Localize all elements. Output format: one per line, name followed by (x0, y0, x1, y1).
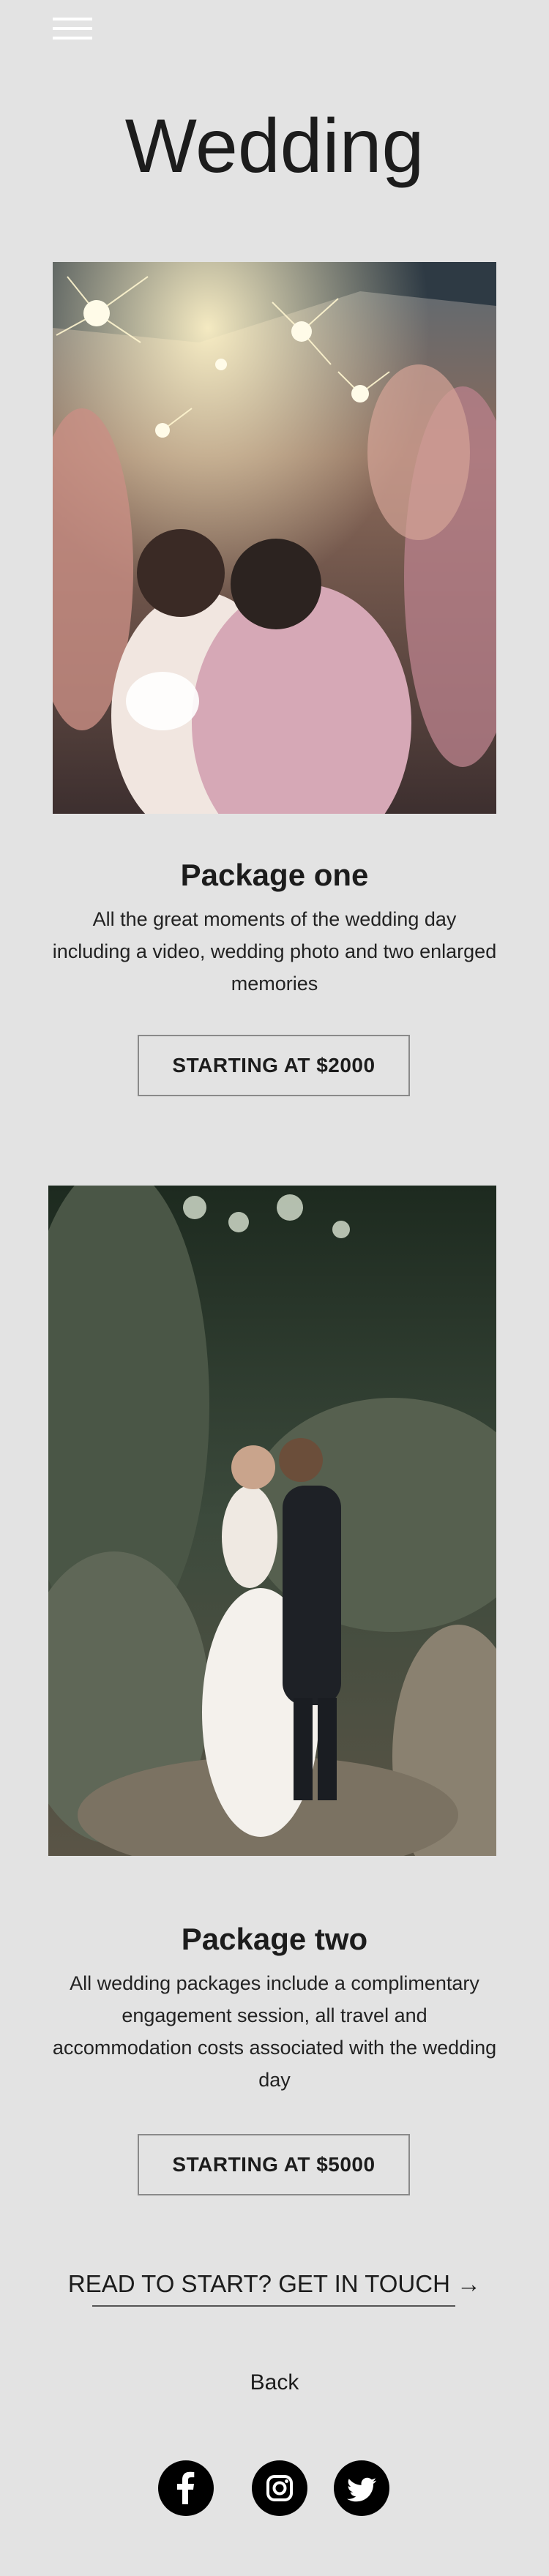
package-two-title: Package two (181, 1922, 368, 1956)
page-title: Wedding (124, 104, 425, 189)
package-one-photo (53, 262, 496, 814)
get-in-touch-link[interactable]: READ TO START? GET IN TOUCH → (0, 2266, 549, 2302)
twitter-icon[interactable] (334, 2460, 389, 2516)
package-two-photo (48, 1186, 496, 1856)
package-one-description: All the great moments of the wedding day… (52, 908, 497, 995)
instagram-icon[interactable] (252, 2460, 307, 2516)
package-one-title: Package one (180, 858, 369, 892)
package-two-description: All wedding packages include a complimen… (52, 1972, 497, 2091)
package-two-price-button[interactable]: STARTING AT $5000 (138, 2134, 410, 2195)
back-link[interactable]: Back (0, 2368, 549, 2397)
cta-underline (92, 2305, 455, 2307)
package-one-price-button[interactable]: STARTING AT $2000 (138, 1035, 410, 1096)
facebook-icon[interactable] (158, 2460, 214, 2516)
hamburger-menu-icon[interactable] (53, 16, 92, 42)
